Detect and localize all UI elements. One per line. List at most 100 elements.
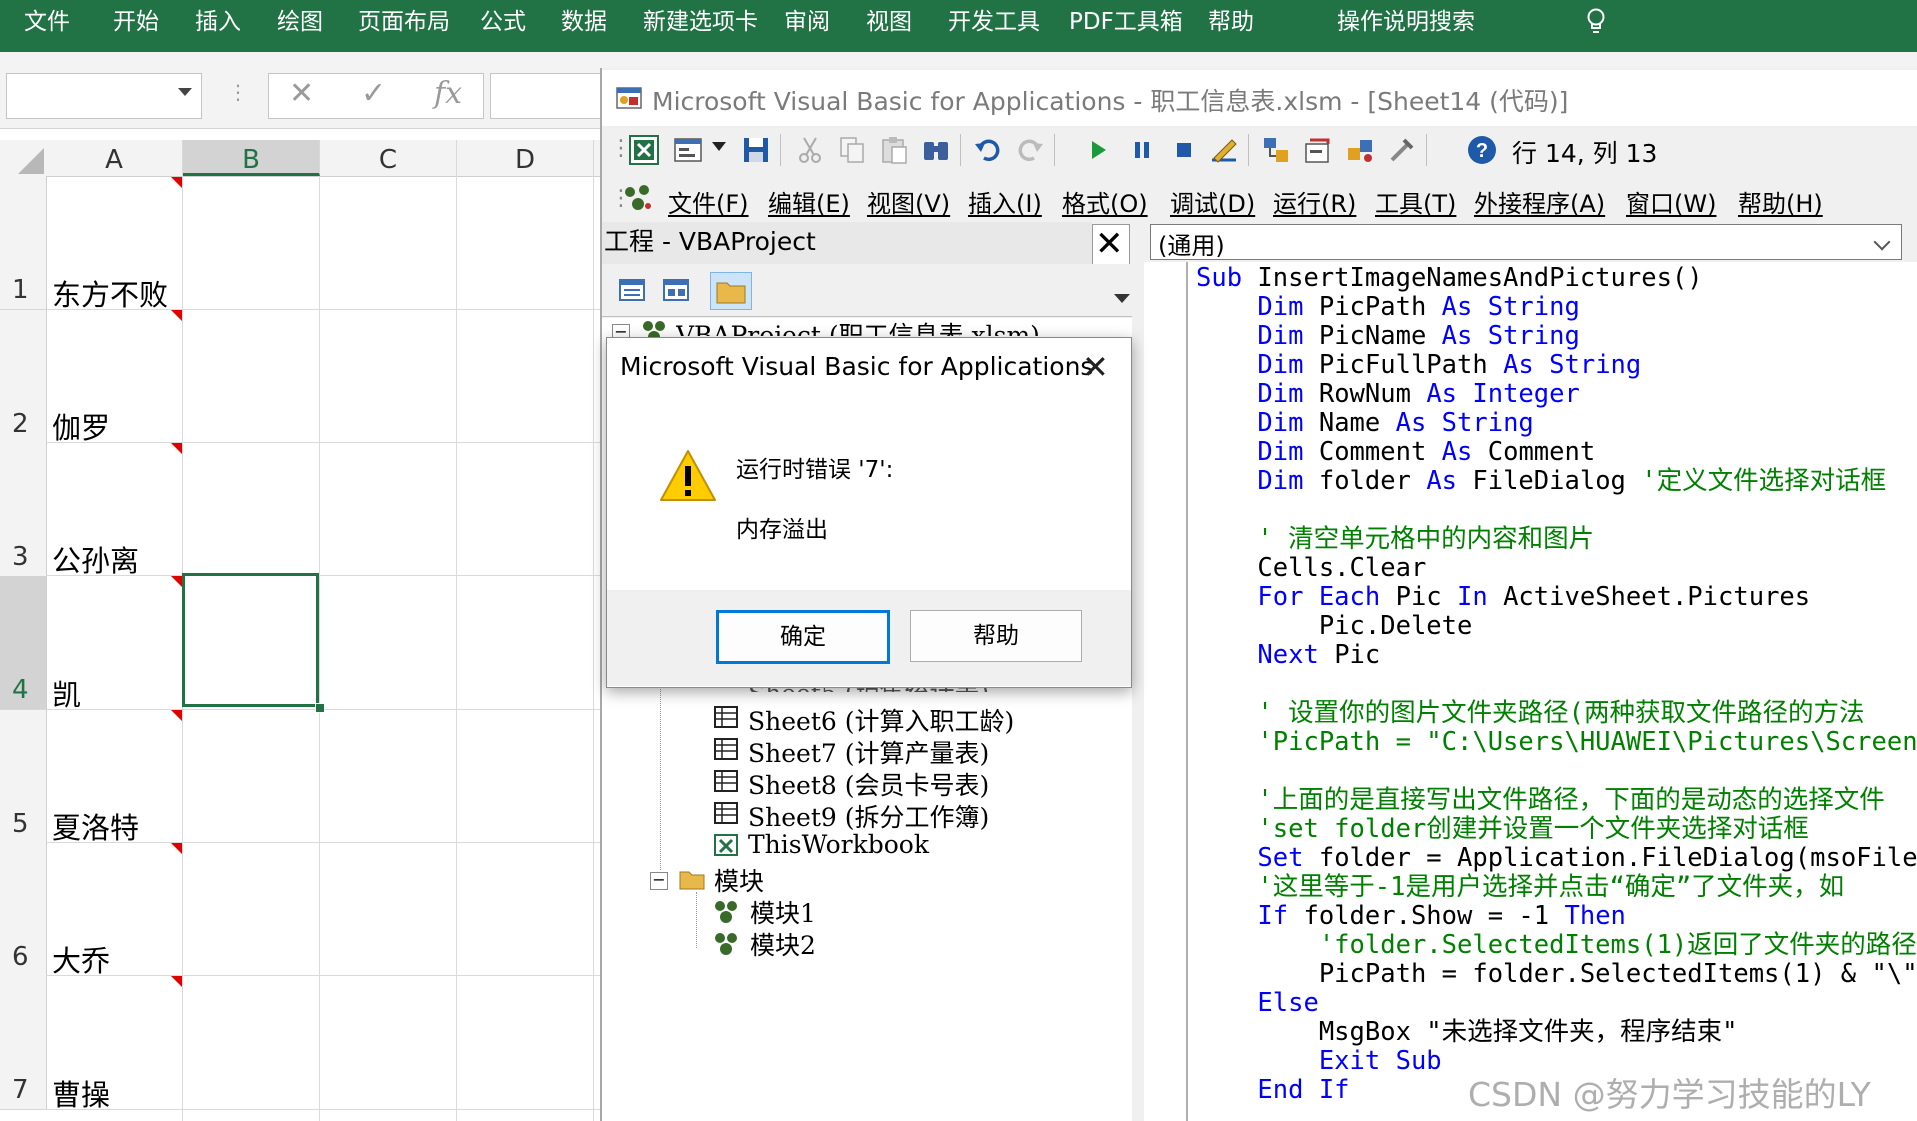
help-icon[interactable]: ? [1466,134,1498,166]
tab-home[interactable]: 开始 [113,0,159,44]
insert-function-icon[interactable]: fx [434,76,462,111]
tab-file[interactable]: 文件 [24,0,70,44]
formula-input[interactable] [490,73,612,119]
redo-icon[interactable] [1014,134,1046,166]
insert-userform-icon[interactable] [672,134,704,166]
tree-item-sheet6[interactable]: Sheet6 (计算入职工龄) [748,702,1014,738]
properties-window-icon[interactable] [1302,134,1334,166]
code-line[interactable]: Dim Name As String [1196,409,1917,438]
object-combo[interactable] [1150,224,1902,260]
project-scroll-button[interactable] [1112,264,1132,316]
cell-a4[interactable]: 凯 [52,672,81,714]
tree-item-sheet9[interactable]: Sheet9 (拆分工作簿) [748,798,989,834]
tab-review[interactable]: 审阅 [784,0,830,44]
menu-tools[interactable]: 工具(T) [1375,184,1456,219]
menu-help[interactable]: 帮助(H) [1738,184,1823,219]
toolbox-icon[interactable] [1386,134,1418,166]
menu-file[interactable]: 文件(F) [668,184,749,219]
dialog-close-icon[interactable]: ✕ [1082,348,1109,386]
code-line[interactable]: Dim PicPath As String [1196,293,1917,322]
code-line[interactable]: ' 设置你的图片文件夹路径(两种获取文件路径的方法 [1196,699,1917,728]
code-line[interactable]: Sub InsertImageNamesAndPictures() [1196,264,1917,293]
code-line[interactable]: Set folder = Application.FileDialog(msoF… [1196,844,1917,873]
cell-a5[interactable]: 夏洛特 [52,805,139,847]
code-line[interactable]: Dim folder As FileDialog '定义文件选择对话框 [1196,467,1917,496]
code-line[interactable]: Dim Comment As Comment [1196,438,1917,467]
tree-item-module1[interactable]: 模块1 [750,894,816,930]
code-line[interactable]: For Each Pic In ActiveSheet.Pictures [1196,583,1917,612]
row-header-1[interactable]: 1 [0,176,47,310]
code-line[interactable] [1196,670,1917,699]
find-icon[interactable] [920,134,952,166]
menu-format[interactable]: 格式(O) [1062,184,1148,219]
cell-a7[interactable]: 曹操 [52,1072,110,1114]
cell-a1[interactable]: 东方不败 [52,272,168,314]
chevron-down-icon[interactable] [178,88,192,96]
code-line[interactable]: 'set folder创建并设置一个文件夹选择对话框 [1196,815,1917,844]
code-line[interactable]: '上面的是直接写出文件路径，下面的是动态的选择文件 [1196,786,1917,815]
design-mode-icon[interactable] [1208,134,1240,166]
tree-item-sheet8[interactable]: Sheet8 (会员卡号表) [748,766,989,802]
code-margin[interactable] [1144,262,1188,1121]
enter-icon[interactable]: ✓ [361,76,386,111]
fill-handle[interactable] [315,703,325,713]
menu-view[interactable]: 视图(V) [867,184,950,219]
code-line[interactable]: '这里等于-1是用户选择并点击“确定”了文件夹，如 [1196,873,1917,902]
row-header-4[interactable]: 4 [0,576,47,710]
tree-item-module2[interactable]: 模块2 [750,926,816,962]
ok-button[interactable]: 确定 [716,610,890,664]
tab-new[interactable]: 新建选项卡 [643,0,758,44]
row-header-6[interactable]: 6 [0,843,47,977]
cell-a3[interactable]: 公孙离 [52,538,139,580]
cut-icon[interactable] [794,134,826,166]
tab-page-layout[interactable]: 页面布局 [358,0,450,44]
view-excel-icon[interactable] [628,134,660,166]
toggle-folders-icon[interactable] [710,272,752,310]
code-line[interactable]: Else [1196,989,1917,1018]
stop-icon[interactable] [1168,134,1200,166]
tab-developer[interactable]: 开发工具 [948,0,1040,44]
menu-insert[interactable]: 插入(I) [968,184,1042,219]
code-line[interactable]: Pic.Delete [1196,612,1917,641]
code-line[interactable]: Dim PicName As String [1196,322,1917,351]
column-header-a[interactable]: A [46,140,183,176]
help-button[interactable]: 帮助 [910,610,1082,662]
vba-module-icon[interactable] [620,180,656,216]
project-explorer-icon[interactable] [1260,134,1292,166]
code-line[interactable]: Dim RowNum As Integer [1196,380,1917,409]
cancel-icon[interactable]: ✕ [289,76,314,111]
tab-view[interactable]: 视图 [866,0,912,44]
code-line[interactable]: MsgBox "未选择文件夹，程序结束" [1196,1018,1917,1047]
object-browser-icon[interactable] [1344,134,1376,166]
name-box[interactable] [6,73,202,119]
code-line[interactable]: 'folder.SelectedItems(1)返回了文件夹的路径 [1196,931,1917,960]
code-line[interactable]: Next Pic [1196,641,1917,670]
undo-icon[interactable] [972,134,1004,166]
cell-a2[interactable]: 伽罗 [52,405,110,447]
copy-icon[interactable] [836,134,868,166]
tab-insert[interactable]: 插入 [195,0,241,44]
tree-folder-modules[interactable]: 模块 [714,862,764,898]
row-header-3[interactable]: 3 [0,443,47,577]
code-line[interactable]: Cells.Clear [1196,554,1917,583]
code-line[interactable]: Dim PicFullPath As String [1196,351,1917,380]
code-line[interactable]: PicPath = folder.SelectedItems(1) & "\" [1196,960,1917,989]
chevron-down-icon[interactable] [712,142,726,151]
tab-pdf-tools[interactable]: PDF工具箱 [1069,0,1183,44]
tab-data[interactable]: 数据 [561,0,607,44]
view-code-icon[interactable] [612,272,652,308]
close-icon[interactable]: ✕ [1095,224,1124,264]
cell-a6[interactable]: 大乔 [52,938,110,980]
row-header-5[interactable]: 5 [0,710,47,844]
run-icon[interactable] [1082,134,1114,166]
view-object-icon[interactable] [656,272,696,308]
code-line[interactable] [1196,496,1917,525]
code-line[interactable]: If folder.Show = -1 Then [1196,902,1917,931]
project-root-item[interactable]: VBAProject (职工信息表.xlsm) [676,316,1040,336]
code-line[interactable]: 'PicPath = "C:\Users\HUAWEI\Pictures\Scr… [1196,728,1917,757]
tab-draw[interactable]: 绘图 [277,0,323,44]
column-header-d[interactable]: D [457,140,594,176]
selected-cell-b4[interactable] [182,573,319,707]
code-line[interactable] [1196,757,1917,786]
menu-addins[interactable]: 外接程序(A) [1474,184,1605,219]
